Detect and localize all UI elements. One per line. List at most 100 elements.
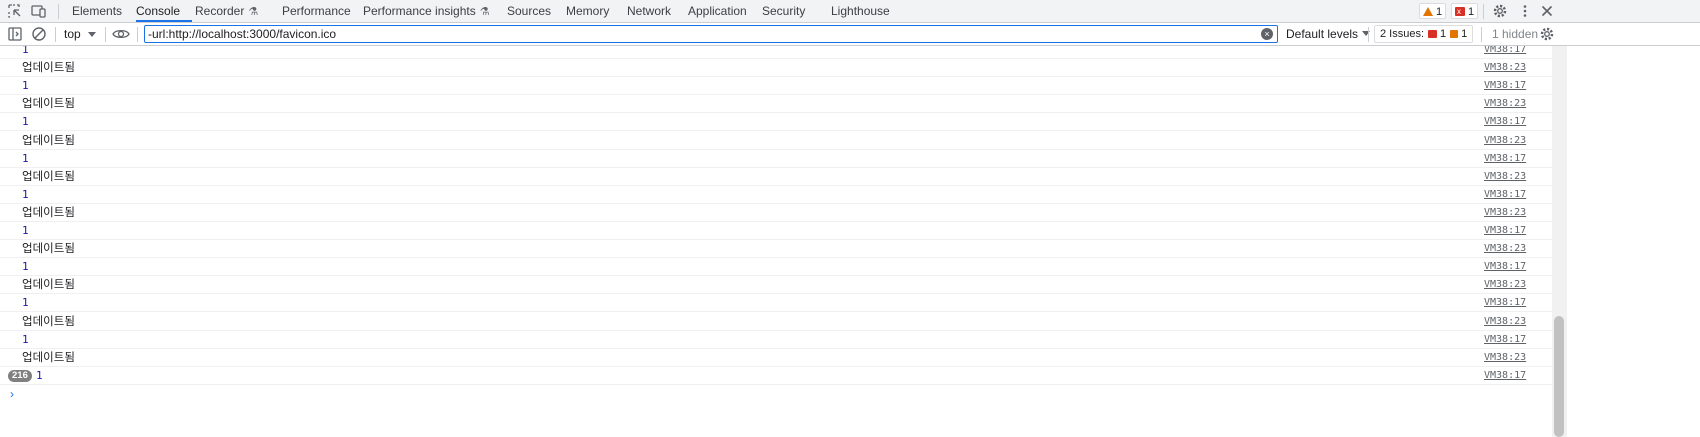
- console-message-text: 업데이트됨: [22, 169, 75, 183]
- source-link[interactable]: VM38:23: [1484, 276, 1526, 293]
- console-message-text: 업데이트됨: [22, 60, 75, 74]
- console-message-row: 업데이트됨 VM38:23: [0, 349, 1552, 367]
- console-message-text: 1: [22, 115, 29, 128]
- console-message-text: 1: [36, 369, 43, 382]
- console-message-row: 216 1 VM38:17: [0, 367, 1552, 385]
- console-message-text: 업데이트됨: [22, 241, 75, 255]
- console-message-text: 업데이트됨: [22, 350, 75, 364]
- console-message-text: 1: [22, 333, 29, 346]
- console-message-text: 1: [22, 46, 29, 56]
- source-link[interactable]: VM38:17: [1484, 258, 1526, 275]
- toolbar-divider: [105, 27, 106, 42]
- console-message-text: 1: [22, 224, 29, 237]
- source-link[interactable]: VM38:23: [1484, 204, 1526, 221]
- live-expression-eye-icon[interactable]: [112, 27, 130, 41]
- experiment-flask-icon: ⚗: [479, 6, 490, 18]
- tab-performance-insights[interactable]: Performance insights ⚗: [363, 0, 490, 23]
- source-link[interactable]: VM38:23: [1484, 168, 1526, 185]
- console-message-row: 1 VM38:17: [0, 331, 1552, 349]
- console-toolbar: top × Default levels 2 Issues:11 1 hidde…: [0, 23, 1700, 46]
- console-message-text: 업데이트됨: [22, 314, 75, 328]
- console-message-row: 1 VM38:17: [0, 222, 1552, 240]
- clear-filter-icon[interactable]: ×: [1261, 28, 1273, 40]
- show-sidebar-icon[interactable]: [7, 26, 23, 42]
- more-options-icon[interactable]: [1517, 3, 1533, 19]
- console-message-row: 1 VM38:17: [0, 46, 1552, 59]
- console-message-row: 업데이트됨 VM38:23: [0, 168, 1552, 186]
- console-message-text: 1: [22, 260, 29, 273]
- console-message-row: 1 VM38:17: [0, 186, 1552, 204]
- hidden-messages-count: 1 hidden: [1492, 27, 1539, 41]
- console-settings-gear-icon[interactable]: [1539, 26, 1555, 42]
- scrollbar-thumb[interactable]: [1554, 316, 1564, 437]
- console-message-row: 업데이트됨 VM38:23: [0, 95, 1552, 113]
- source-link[interactable]: VM38:17: [1484, 77, 1526, 94]
- console-filter-field[interactable]: ×: [144, 25, 1278, 43]
- source-link[interactable]: VM38:23: [1484, 59, 1526, 76]
- dropdown-arrow-icon: [88, 32, 96, 37]
- toolbar-divider: [137, 27, 138, 42]
- tab-sources[interactable]: Sources: [507, 0, 551, 23]
- console-message-text: 1: [22, 188, 29, 201]
- source-link[interactable]: VM38:17: [1484, 294, 1526, 311]
- source-link[interactable]: VM38:17: [1484, 331, 1526, 348]
- source-link[interactable]: VM38:23: [1484, 313, 1526, 330]
- source-link[interactable]: VM38:23: [1484, 132, 1526, 149]
- tab-application[interactable]: Application: [688, 0, 747, 23]
- clear-console-icon[interactable]: [31, 26, 47, 42]
- warning-icon: [1423, 7, 1433, 16]
- toolbar-divider: [1481, 27, 1482, 42]
- console-message-row: 업데이트됨 VM38:23: [0, 240, 1552, 258]
- warnings-badge[interactable]: 1: [1419, 3, 1447, 19]
- filter-input[interactable]: [148, 26, 1248, 42]
- source-link[interactable]: VM38:17: [1484, 367, 1526, 384]
- source-link[interactable]: VM38:17: [1484, 113, 1526, 130]
- issue-warning-icon: [1450, 30, 1459, 38]
- tab-network[interactable]: Network: [627, 0, 671, 23]
- source-link[interactable]: VM38:17: [1484, 222, 1526, 239]
- tabbar-divider: [58, 4, 59, 19]
- console-message-text: 1: [22, 296, 29, 309]
- console-message-text: 1: [22, 79, 29, 92]
- source-link[interactable]: VM38:17: [1484, 186, 1526, 203]
- device-toolbar-icon[interactable]: [31, 3, 47, 19]
- inspect-element-icon[interactable]: [7, 3, 23, 19]
- close-devtools-icon[interactable]: [1539, 3, 1555, 19]
- tab-performance[interactable]: Performance: [282, 0, 351, 23]
- source-link[interactable]: VM38:23: [1484, 240, 1526, 257]
- console-message-row: 업데이트됨 VM38:23: [0, 204, 1552, 222]
- console-message-row: 업데이트됨 VM38:23: [0, 59, 1552, 77]
- console-message-row: 1 VM38:17: [0, 294, 1552, 312]
- toolbar-divider: [1368, 27, 1369, 42]
- console-message-row: 1 VM38:17: [0, 77, 1552, 95]
- tab-elements[interactable]: Elements: [72, 0, 122, 23]
- issues-counter-button[interactable]: 2 Issues: 1 1: [1374, 25, 1474, 43]
- console-message-text: 1: [22, 152, 29, 165]
- console-message-row: 업데이트됨 VM38:23: [0, 313, 1552, 331]
- context-selector[interactable]: top: [64, 23, 96, 45]
- console-message-row: 업데이트됨 VM38:23: [0, 132, 1552, 150]
- console-scrollbar[interactable]: [1552, 46, 1567, 437]
- experiment-flask-icon: ⚗: [248, 6, 259, 18]
- source-link[interactable]: VM38:23: [1484, 349, 1526, 366]
- console-message-row: 업데이트됨 VM38:23: [0, 276, 1552, 294]
- right-blank-area: [1567, 46, 1700, 437]
- toolbar-divider: [55, 27, 56, 42]
- errors-badge[interactable]: 1: [1451, 3, 1479, 20]
- active-tab-indicator: [136, 20, 192, 22]
- console-prompt-icon[interactable]: ›: [10, 387, 14, 401]
- console-message-row: 1 VM38:17: [0, 150, 1552, 168]
- console-message-text: 업데이트됨: [22, 96, 75, 110]
- tab-memory[interactable]: Memory: [566, 0, 609, 23]
- log-levels-dropdown[interactable]: Default levels: [1286, 23, 1371, 45]
- console-messages: 1 VM38:17 업데이트됨 VM38:23 1 VM38:17 업데이트됨 VM38:23…: [0, 46, 1552, 437]
- source-link[interactable]: VM38:17: [1484, 150, 1526, 167]
- tab-lighthouse[interactable]: Lighthouse: [831, 0, 890, 23]
- source-link[interactable]: VM38:23: [1484, 95, 1526, 112]
- tabbar-divider: [1483, 4, 1484, 19]
- source-link[interactable]: VM38:17: [1484, 46, 1526, 58]
- settings-gear-icon[interactable]: [1492, 3, 1508, 19]
- tab-recorder[interactable]: Recorder ⚗: [195, 0, 258, 23]
- tab-security[interactable]: Security: [762, 0, 805, 23]
- repeat-count-badge: 216: [8, 370, 32, 382]
